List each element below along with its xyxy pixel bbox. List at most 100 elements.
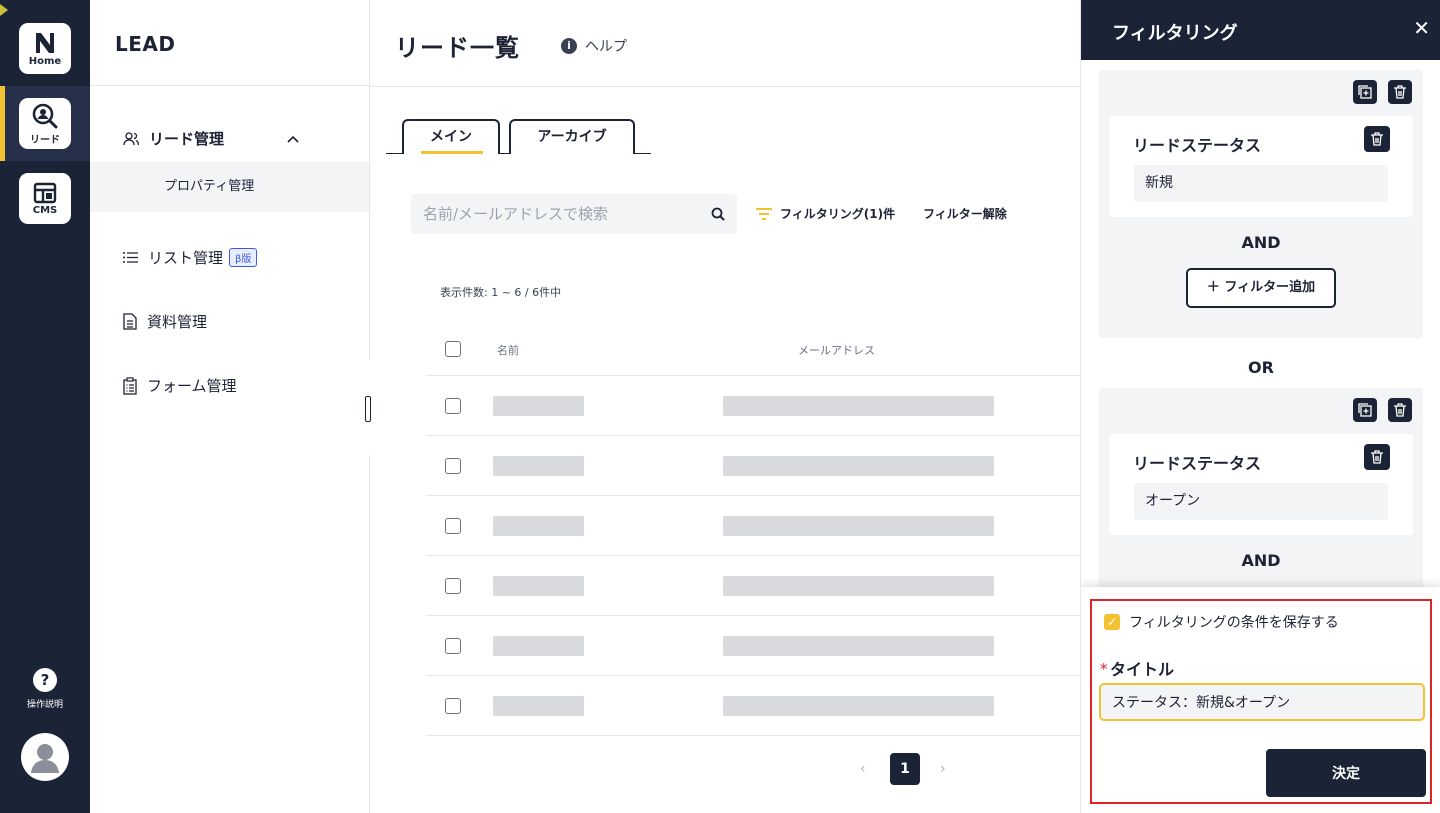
- home-logo-icon: [36, 32, 54, 53]
- row-checkbox[interactable]: [445, 638, 461, 654]
- rail-help-button[interactable]: ? 操作説明: [20, 668, 70, 710]
- redacted-name: [493, 516, 584, 536]
- save-conditions-checkbox[interactable]: ✓: [1104, 614, 1120, 630]
- prev-page-button[interactable]: ‹: [860, 761, 866, 777]
- trash-icon[interactable]: [1388, 80, 1412, 104]
- filter-clear-button[interactable]: フィルター解除: [923, 205, 1007, 222]
- clipboard-icon: [123, 376, 137, 395]
- and-label: AND: [1241, 551, 1281, 570]
- table-row[interactable]: [426, 676, 1080, 736]
- redacted-email: [723, 576, 994, 596]
- lead-search-icon: [32, 103, 58, 128]
- trash-icon[interactable]: [1364, 444, 1390, 470]
- save-filter-section: ✓ フィルタリングの条件を保存する * タイトル 決定: [1081, 587, 1440, 813]
- select-all-checkbox[interactable]: [445, 341, 461, 357]
- submit-button[interactable]: 決定: [1266, 749, 1426, 797]
- chevron-up-icon[interactable]: [287, 135, 299, 143]
- nav-item-property-management-label: プロパティ管理: [164, 179, 255, 194]
- redacted-name: [493, 456, 584, 476]
- tab-active-indicator: [421, 151, 483, 154]
- row-checkbox[interactable]: [445, 518, 461, 534]
- rail-lead-button[interactable]: リード: [19, 98, 71, 149]
- search-input[interactable]: [411, 194, 701, 234]
- avatar[interactable]: [21, 733, 69, 781]
- corner-marker: [0, 4, 8, 16]
- search-box: [411, 194, 737, 234]
- row-checkbox[interactable]: [445, 458, 461, 474]
- redacted-email: [723, 456, 994, 476]
- redacted-name: [493, 696, 584, 716]
- required-mark: *: [1100, 660, 1108, 678]
- next-page-button[interactable]: ›: [940, 761, 946, 777]
- save-conditions-label: フィルタリングの条件を保存する: [1129, 615, 1339, 631]
- page-title: リード一覧: [395, 34, 520, 62]
- table-row[interactable]: [426, 616, 1080, 676]
- info-icon: i: [561, 38, 577, 54]
- redacted-name: [493, 576, 584, 596]
- search-icon[interactable]: [711, 207, 725, 221]
- nav-item-list-management-label: リスト管理: [148, 249, 224, 267]
- section-title: LEAD: [90, 0, 369, 86]
- table-row[interactable]: [426, 376, 1080, 436]
- nav-item-document-management-label: 資料管理: [147, 313, 208, 331]
- redacted-email: [723, 396, 994, 416]
- nav-item-form-management[interactable]: フォーム管理: [123, 375, 237, 396]
- page-1-button[interactable]: 1: [890, 753, 920, 785]
- row-checkbox[interactable]: [445, 398, 461, 414]
- list-icon: [123, 252, 138, 263]
- help-icon: ?: [33, 668, 57, 692]
- nav-item-document-management[interactable]: 資料管理: [123, 311, 207, 332]
- trash-icon[interactable]: [1364, 126, 1390, 152]
- condition-value[interactable]: オープン: [1134, 483, 1388, 520]
- tab-main[interactable]: メイン: [402, 119, 500, 154]
- pagination: ‹ 1 ›: [370, 753, 1080, 785]
- table-row[interactable]: [426, 436, 1080, 496]
- column-header-email: メールアドレス: [798, 344, 875, 357]
- filter-panel-header: フィルタリング ✕: [1081, 0, 1440, 60]
- record-count: 表示件数: 1 ~ 6 / 6件中: [440, 286, 562, 299]
- title-input[interactable]: [1099, 683, 1425, 721]
- tab-main-label: メイン: [430, 129, 472, 145]
- trash-icon[interactable]: [1388, 398, 1412, 422]
- redacted-email: [723, 696, 994, 716]
- rail-help-label: 操作説明: [26, 700, 63, 710]
- document-icon: [123, 313, 137, 330]
- table-row[interactable]: [426, 496, 1080, 556]
- lead-table: 名前 メールアドレス: [426, 320, 1080, 736]
- redacted-name: [493, 396, 584, 416]
- column-header-name: 名前: [497, 344, 519, 357]
- nav-item-form-management-label: フォーム管理: [147, 377, 237, 395]
- filter-icon: [756, 207, 772, 220]
- rail-home-label: Home: [28, 55, 62, 67]
- redacted-name: [493, 636, 584, 656]
- beta-badge: β版: [229, 248, 258, 267]
- help-link[interactable]: i ヘルプ: [561, 36, 627, 56]
- tab-archive[interactable]: アーカイブ: [509, 119, 635, 154]
- nav-item-lead-management[interactable]: リード管理: [123, 128, 338, 149]
- condition-value[interactable]: 新規: [1134, 165, 1388, 202]
- rail-cms-button[interactable]: CMS: [19, 173, 71, 224]
- help-link-label: ヘルプ: [585, 39, 627, 55]
- sub-navigation: LEAD リード管理 プロパティ管理 リスト管理 β版 資料管理 フォーム管理: [90, 0, 370, 813]
- page-header: リード一覧 i ヘルプ: [370, 0, 1080, 87]
- table-row[interactable]: [426, 556, 1080, 616]
- condition-label: リードステータス: [1133, 136, 1262, 155]
- avatar-icon: [31, 744, 59, 773]
- rail-lead-label: リード: [30, 134, 60, 146]
- copy-icon[interactable]: [1353, 398, 1377, 422]
- condition-label: リードステータス: [1133, 454, 1262, 473]
- row-checkbox[interactable]: [445, 578, 461, 594]
- nav-item-list-management[interactable]: リスト管理 β版: [123, 247, 258, 268]
- and-label: AND: [1241, 233, 1281, 252]
- filter-panel: フィルタリング ✕ リードステータス 新規 AND ＋ フィルター追加 OR リ…: [1080, 0, 1440, 813]
- nav-item-property-management[interactable]: プロパティ管理: [90, 162, 369, 212]
- rail-home-button[interactable]: Home: [19, 23, 71, 74]
- filter-button-label: フィルタリング(1)件: [780, 207, 896, 221]
- copy-icon[interactable]: [1353, 80, 1377, 104]
- close-icon[interactable]: ✕: [1413, 16, 1430, 40]
- row-checkbox[interactable]: [445, 698, 461, 714]
- cms-icon: [33, 182, 57, 203]
- filter-button[interactable]: フィルタリング(1)件: [756, 205, 895, 222]
- add-filter-button[interactable]: ＋ フィルター追加: [1186, 268, 1336, 308]
- nav-item-lead-management-label: リード管理: [149, 130, 225, 148]
